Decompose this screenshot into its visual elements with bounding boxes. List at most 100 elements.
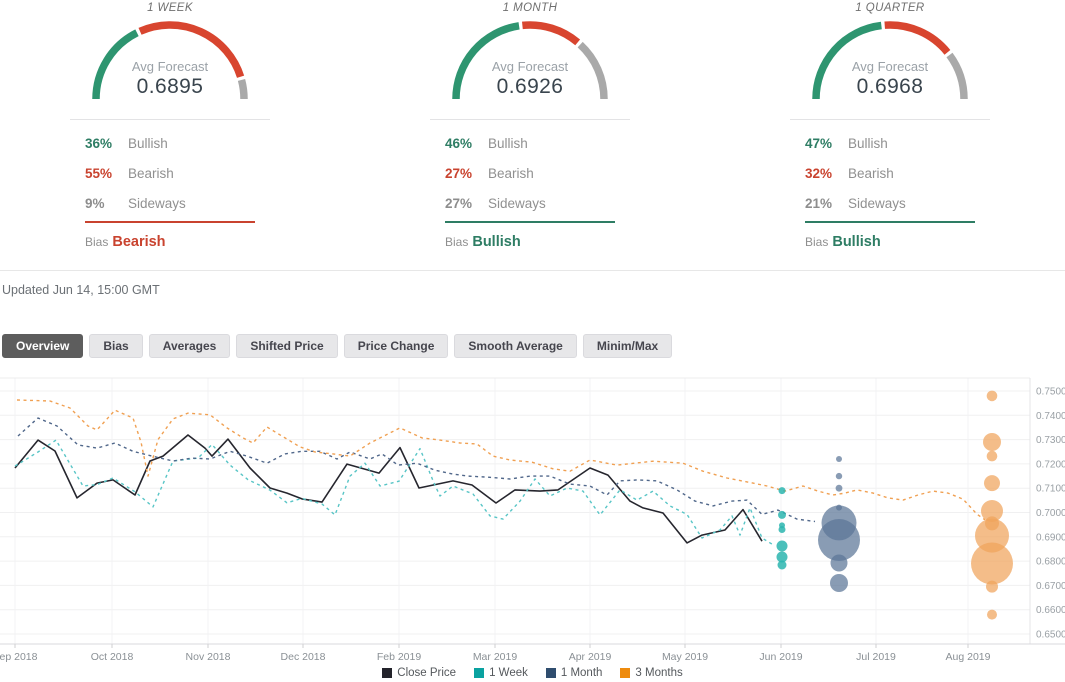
forecast-bubble	[987, 609, 997, 620]
forecast-bubble	[778, 510, 786, 519]
gauge-center: Avg Forecast 0.6895	[75, 59, 265, 99]
forecast-bubble	[776, 540, 788, 552]
forecast-bubble	[778, 526, 786, 533]
divider	[790, 119, 990, 120]
svg-text:Dec 2018: Dec 2018	[281, 651, 326, 663]
forecast-bubble	[835, 472, 843, 480]
forecast-bubble	[836, 456, 842, 462]
tab-averages[interactable]: Averages	[148, 334, 231, 358]
svg-text:Nov 2018: Nov 2018	[186, 651, 231, 663]
forecast-bubble	[986, 390, 998, 402]
legend-label: 1 Week	[489, 667, 528, 679]
bullish-row: 36% Bullish	[70, 128, 270, 158]
forecast-bubble	[835, 484, 843, 492]
forecast-card-1-month: 1 MONTH Avg Forecast 0.6926 46% Bullish 2…	[430, 2, 630, 250]
avg-forecast-value: 0.6968	[856, 75, 924, 98]
sideways-pct: 21%	[805, 195, 833, 211]
legend-label: 3 Months	[635, 667, 683, 679]
bearish-pct: 32%	[805, 165, 833, 181]
svg-text:May 2019: May 2019	[662, 651, 708, 663]
tab-overview[interactable]: Overview	[2, 334, 84, 358]
tab-minim-max[interactable]: Minim/Max	[582, 334, 673, 358]
bias-underline	[85, 221, 255, 223]
svg-text:0.6900: 0.6900	[1036, 532, 1065, 543]
svg-text:Apr 2019: Apr 2019	[569, 651, 612, 663]
svg-text:Sep 2018: Sep 2018	[0, 651, 38, 663]
svg-text:0.7500: 0.7500	[1036, 387, 1065, 398]
legend-label: 1 Month	[560, 667, 603, 679]
bearish-label: Bearish	[488, 165, 534, 181]
bias-label: Bias	[805, 235, 829, 249]
bullish-row: 47% Bullish	[790, 128, 990, 158]
svg-text:Feb 2019: Feb 2019	[377, 651, 422, 663]
bias-value: Bullish	[832, 234, 881, 250]
bias-value: Bullish	[472, 234, 521, 250]
bullish-row: 46% Bullish	[430, 128, 630, 158]
legend-label: Close Price	[397, 667, 457, 679]
bias-value: Bearish	[112, 234, 166, 250]
bearish-row: 32% Bearish	[790, 158, 990, 188]
bias-row: Bias Bullish	[805, 234, 990, 250]
chart-legend: Close Price 1 Week 1 Month 3 Months	[0, 666, 1065, 680]
forecast-summary-section: 1 WEEK Avg Forecast 0.6895 36% Bullish 55…	[0, 0, 1065, 250]
tab-price-change[interactable]: Price Change	[343, 334, 449, 358]
legend-item-close-price[interactable]: Close Price	[382, 667, 456, 679]
forecast-card-1-week: 1 WEEK Avg Forecast 0.6895 36% Bullish 55…	[70, 2, 270, 250]
bias-underline	[805, 221, 975, 223]
divider	[70, 119, 270, 120]
svg-text:0.7100: 0.7100	[1036, 484, 1065, 495]
svg-text:0.6600: 0.6600	[1036, 605, 1065, 616]
svg-text:0.7300: 0.7300	[1036, 435, 1065, 446]
sideways-pct: 27%	[445, 195, 473, 211]
divider	[430, 119, 630, 120]
forecast-bubble	[971, 542, 1013, 585]
legend-swatch	[620, 668, 631, 678]
bullish-pct: 46%	[445, 135, 473, 151]
bearish-label: Bearish	[848, 165, 894, 181]
sideways-row: 21% Sideways	[790, 188, 990, 218]
bias-row: Bias Bullish	[445, 234, 630, 250]
updated-timestamp: Updated Jun 14, 15:00 GMT	[2, 283, 160, 297]
svg-text:0.6700: 0.6700	[1036, 581, 1065, 592]
svg-text:Jul 2019: Jul 2019	[856, 651, 896, 663]
chart-tabs: Overview Bias Averages Shifted Price Price C…	[2, 334, 1065, 358]
bearish-row: 27% Bearish	[430, 158, 630, 188]
bearish-pct: 55%	[85, 165, 113, 181]
period-title: 1 MONTH	[502, 2, 558, 14]
forecast-chart-canvas: 0.7500 0.7400 0.7300 0.7200 0.7100 0.7000 0.69…	[0, 377, 1065, 663]
svg-text:0.7000: 0.7000	[1036, 508, 1065, 519]
legend-item-3-months[interactable]: 3 Months	[620, 667, 683, 679]
bias-label: Bias	[445, 235, 469, 249]
gauge-center: Avg Forecast 0.6968	[795, 59, 985, 99]
svg-text:Aug 2019: Aug 2019	[946, 651, 991, 663]
svg-text:0.7400: 0.7400	[1036, 411, 1065, 422]
sideways-label: Sideways	[848, 195, 906, 211]
forecast-bubble	[983, 433, 1001, 451]
avg-forecast-label: Avg Forecast	[491, 59, 569, 74]
tab-shifted-price[interactable]: Shifted Price	[236, 334, 338, 358]
forecast-bubble	[986, 450, 998, 462]
bullish-pct: 36%	[85, 135, 113, 151]
sideways-row: 27% Sideways	[430, 188, 630, 218]
forecast-bubble	[830, 574, 848, 592]
period-title: 1 QUARTER	[855, 2, 925, 14]
forecast-bubble	[830, 554, 848, 572]
bubbles-1-week	[776, 487, 788, 570]
forecast-bubble	[984, 475, 1000, 492]
y-axis-labels: 0.7500 0.7400 0.7300 0.7200 0.7100 0.7000 0.69…	[1036, 387, 1065, 641]
sideways-label: Sideways	[488, 195, 546, 211]
tab-bias[interactable]: Bias	[89, 334, 143, 358]
legend-item-1-week[interactable]: 1 Week	[474, 667, 528, 679]
legend-swatch	[474, 668, 485, 678]
bearish-row: 55% Bearish	[70, 158, 270, 188]
grid	[0, 378, 1030, 644]
bias-label: Bias	[85, 235, 109, 249]
tab-smooth-average[interactable]: Smooth Average	[454, 334, 577, 358]
legend-item-1-month[interactable]: 1 Month	[545, 667, 603, 679]
bullish-label: Bullish	[488, 135, 528, 151]
sentiment-rows: 46% Bullish 27% Bearish 27% Sideways	[430, 128, 630, 218]
sideways-label: Sideways	[128, 195, 186, 211]
avg-forecast-value: 0.6895	[136, 75, 204, 98]
bullish-pct: 47%	[805, 135, 833, 151]
svg-text:Oct 2018: Oct 2018	[91, 651, 134, 663]
